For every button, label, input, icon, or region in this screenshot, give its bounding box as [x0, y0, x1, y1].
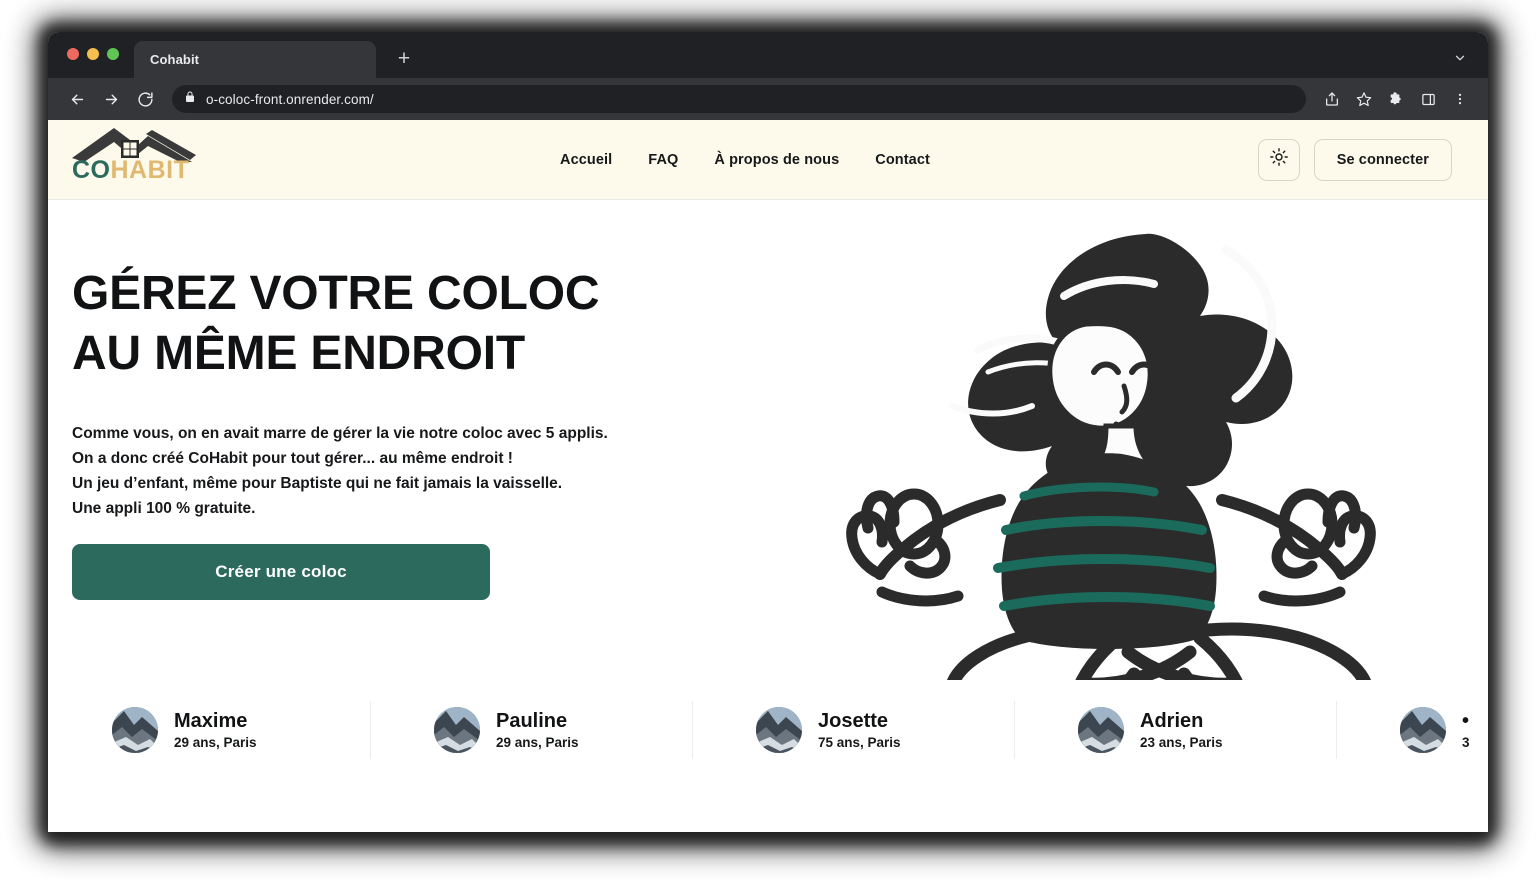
signin-button[interactable]: Se connecter [1313, 138, 1452, 181]
browser-toolbar: o-coloc-front.onrender.com/ [48, 78, 1488, 120]
profile-meta: 75 ans, Paris [818, 735, 901, 750]
main-navigation: Accueil FAQ À propos de nous Contact [560, 152, 930, 168]
avatar [434, 707, 480, 753]
reload-icon[interactable] [130, 84, 160, 114]
profile-carousel: Maxime 29 ans, Paris Pauline 29 ans, Par… [48, 680, 1488, 780]
profile-name: Josette [818, 710, 889, 732]
nav-item-a-propos[interactable]: À propos de nous [714, 152, 839, 168]
profile-meta: 3 [1462, 735, 1470, 750]
profile-card[interactable]: Josette 75 ans, Paris [692, 687, 1014, 773]
cohabit-logo[interactable]: COHABIT [72, 124, 212, 192]
address-bar[interactable]: o-coloc-front.onrender.com/ [172, 85, 1306, 113]
close-window-button[interactable] [67, 48, 79, 60]
hero-paragraph-line-4: Une appli 100 % gratuite. [72, 500, 256, 518]
logo-text-co: CO [72, 156, 111, 184]
share-icon[interactable] [1318, 85, 1346, 113]
hero-paragraph-line-1: Comme vous, on en avait marre de gérer l… [72, 425, 608, 443]
site-header: COHABIT Accueil FAQ À propos de nous Con… [48, 120, 1488, 200]
chevron-down-icon[interactable] [1448, 46, 1472, 70]
profile-card[interactable]: Adrien 23 ans, Paris [1014, 687, 1336, 773]
forward-arrow-icon[interactable] [96, 84, 126, 114]
avatar [1078, 707, 1124, 753]
hero-text-block: GÉREZ VOTRE COLOC AU MÊME ENDROIT Comme … [72, 264, 712, 521]
tab-title: Cohabit [150, 52, 200, 67]
profile-card[interactable]: Pauline 29 ans, Paris [370, 687, 692, 773]
window-controls [67, 48, 119, 60]
create-coloc-button[interactable]: Créer une coloc [72, 544, 490, 600]
hero-paragraph-line-3: Un jeu d’enfant, même pour Baptiste qui … [72, 475, 563, 493]
profile-card[interactable]: • 3 [1336, 687, 1488, 773]
logo-text-habit: HABIT [110, 156, 190, 184]
meditating-person-illustration [828, 200, 1468, 743]
hero-paragraph-line-2: On a donc créé CoHabit pour tout gérer..… [72, 450, 513, 468]
browser-tab-strip: Cohabit + [48, 32, 1488, 78]
three-dot-menu-icon[interactable] [1446, 85, 1474, 113]
hero-title-line-1: GÉREZ VOTRE COLOC [72, 267, 600, 320]
profile-info: Adrien 23 ans, Paris [1140, 710, 1223, 750]
profile-card[interactable]: Maxime 29 ans, Paris [48, 687, 370, 773]
profile-info: • 3 [1462, 710, 1470, 750]
browser-tab-cohabit[interactable]: Cohabit [134, 41, 376, 78]
profile-name: Adrien [1140, 710, 1204, 732]
minimize-window-button[interactable] [87, 48, 99, 60]
profile-name: Pauline [496, 710, 568, 732]
url-text: o-coloc-front.onrender.com/ [206, 91, 374, 107]
profile-meta: 23 ans, Paris [1140, 735, 1223, 750]
avatar [112, 707, 158, 753]
profile-name: Maxime [174, 710, 248, 732]
profile-info: Maxime 29 ans, Paris [174, 710, 257, 750]
browser-window: Cohabit + o-coloc-front.onrender.com/ CO… [48, 32, 1488, 832]
sun-icon [1269, 147, 1289, 172]
logo-wordmark: COHABIT [72, 156, 189, 185]
web-page: COHABIT Accueil FAQ À propos de nous Con… [48, 120, 1488, 832]
hero-section: GÉREZ VOTRE COLOC AU MÊME ENDROIT Comme … [48, 200, 1488, 780]
desktop-background: Cohabit + o-coloc-front.onrender.com/ CO… [0, 0, 1536, 895]
avatar [1400, 707, 1446, 753]
new-tab-button[interactable]: + [390, 44, 418, 72]
profile-meta: 29 ans, Paris [174, 735, 257, 750]
hero-title-line-2: AU MÊME ENDROIT [72, 326, 526, 380]
profile-info: Pauline 29 ans, Paris [496, 710, 579, 750]
back-arrow-icon[interactable] [62, 84, 92, 114]
nav-item-faq[interactable]: FAQ [648, 152, 678, 168]
profile-meta: 29 ans, Paris [496, 735, 579, 750]
theme-toggle-button[interactable] [1257, 138, 1300, 181]
lock-icon [184, 90, 196, 108]
nav-item-accueil[interactable]: Accueil [560, 152, 612, 168]
avatar [756, 707, 802, 753]
nav-item-contact[interactable]: Contact [875, 152, 930, 168]
star-icon[interactable] [1350, 85, 1378, 113]
side-panel-icon[interactable] [1414, 85, 1442, 113]
page-title: GÉREZ VOTRE COLOC AU MÊME ENDROIT [72, 264, 712, 383]
profile-name: • [1462, 710, 1470, 732]
header-actions: Se connecter [1257, 138, 1452, 181]
maximize-window-button[interactable] [107, 48, 119, 60]
hero-paragraph: Comme vous, on en avait marre de gérer l… [72, 421, 712, 521]
puzzle-icon[interactable] [1382, 85, 1410, 113]
profile-info: Josette 75 ans, Paris [818, 710, 901, 750]
